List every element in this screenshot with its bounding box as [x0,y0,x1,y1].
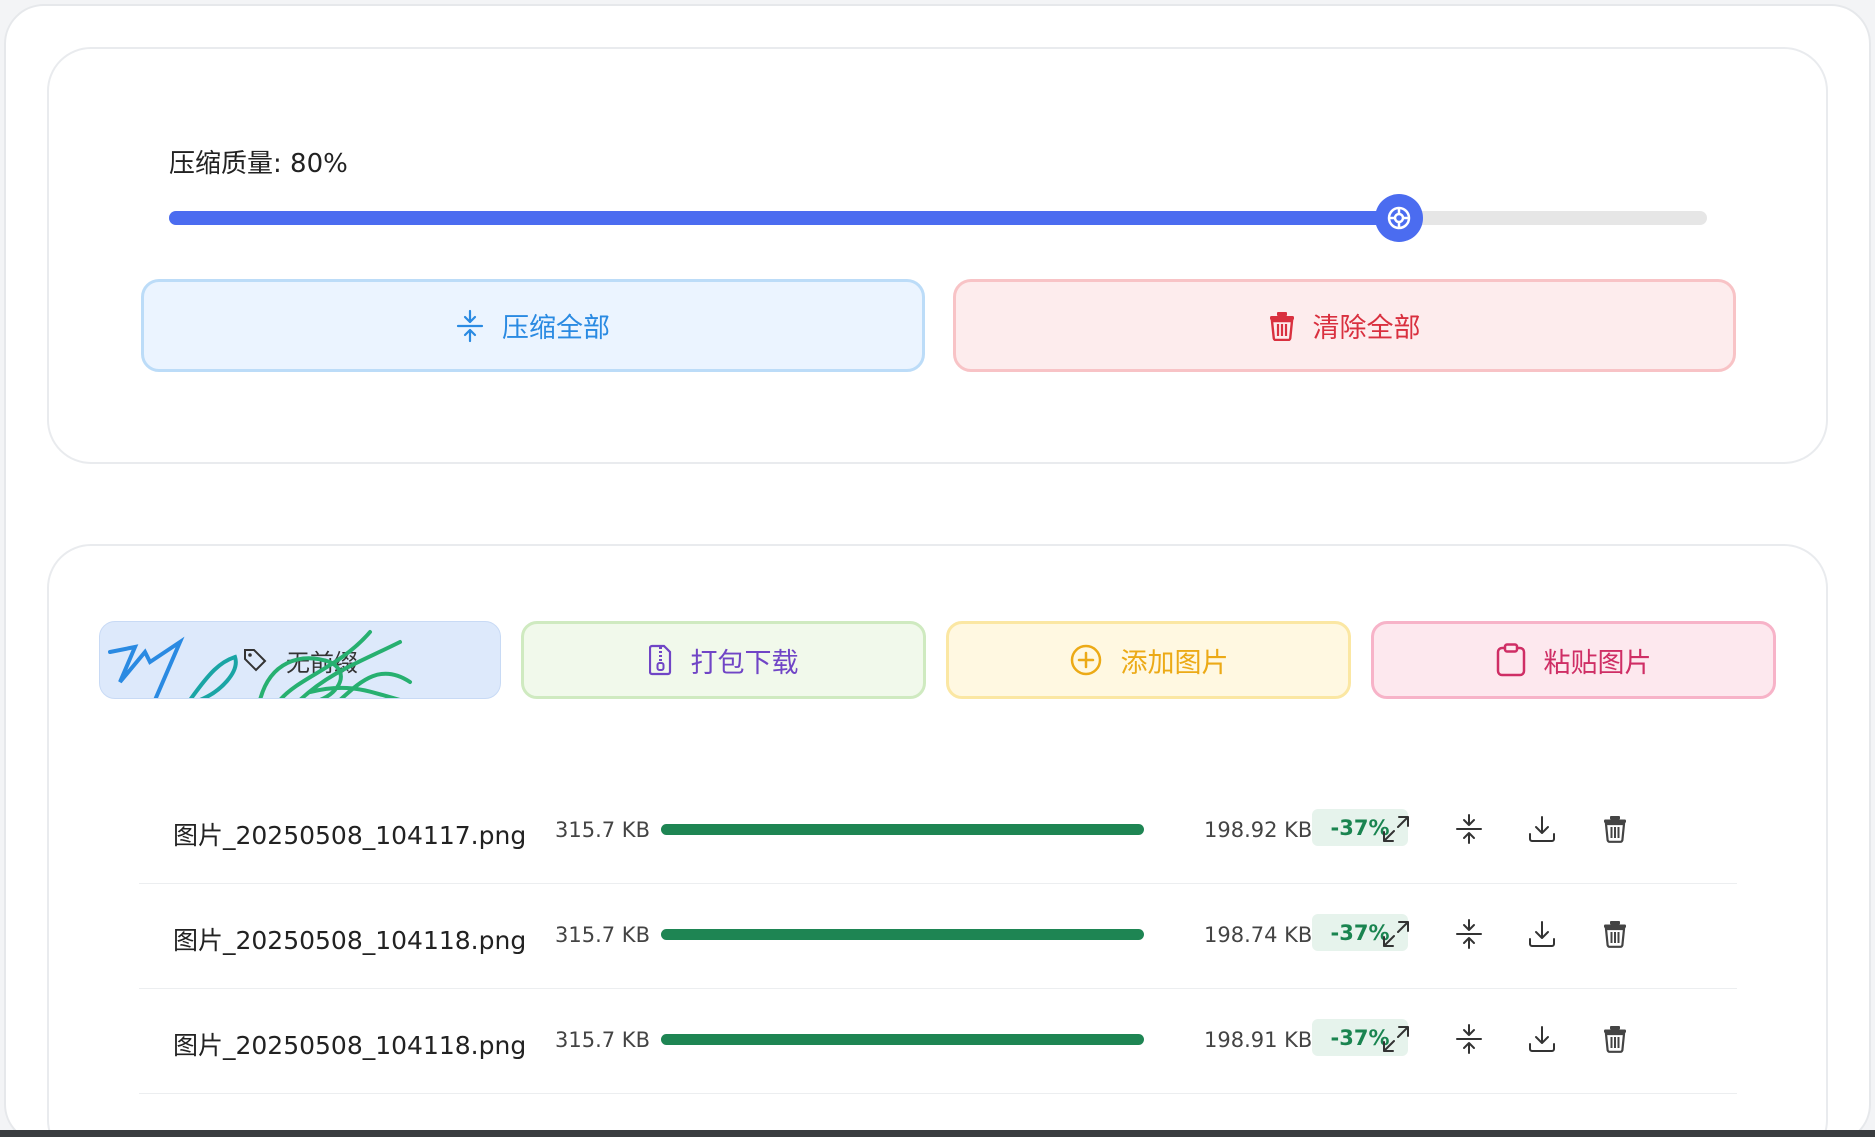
delete-button[interactable] [1595,809,1635,849]
paste-image-label: 粘贴图片 [1543,647,1652,679]
compressed-size: 198.74 KB [1204,923,1313,947]
file-row: 图片_20250508_104118.png 315.7 KB 198.91 K… [139,989,1737,1094]
compress-all-label: 压缩全部 [502,313,610,344]
progress-bar [661,929,1144,940]
compressed-size: 198.92 KB [1204,818,1313,842]
trash-icon [1604,1026,1626,1053]
preview-button[interactable] [1376,1019,1416,1059]
trash-icon [1604,816,1626,843]
compress-icon [1456,814,1482,844]
download-icon [1529,1026,1555,1052]
add-image-button[interactable]: 添加图片 [946,621,1351,699]
download-button[interactable] [1522,809,1562,849]
compress-icon [1456,919,1482,949]
clear-all-label: 清除全部 [1312,313,1421,344]
file-row: 图片_20250508_104118.png 315.7 KB 198.74 K… [139,884,1737,989]
expand-icon [1383,1026,1409,1052]
preview-button[interactable] [1376,809,1416,849]
file-name: 图片_20250508_104117.png [173,821,527,850]
original-size: 315.7 KB [555,923,650,947]
download-icon [1529,921,1555,947]
settings-icon [1388,206,1411,230]
zip-download-button[interactable]: 打包下载 [521,621,926,699]
compress-button[interactable] [1449,809,1489,849]
preview-button[interactable] [1376,914,1416,954]
delete-button[interactable] [1595,1019,1635,1059]
file-list: 图片_20250508_104117.png 315.7 KB 198.92 K… [139,779,1737,1094]
progress-fill [661,929,1144,940]
quality-label: 压缩质量: 80% [169,149,348,179]
expand-icon [1383,921,1409,947]
delete-button[interactable] [1595,914,1635,954]
clear-all-button[interactable]: 清除全部 [953,279,1736,372]
compression-settings-card: 压缩质量: 80% 压缩全部 清除全部 [47,47,1828,464]
progress-fill [661,824,1144,835]
slider-fill [169,211,1400,225]
slider-thumb[interactable] [1375,194,1424,242]
file-name: 图片_20250508_104118.png [173,1031,527,1060]
compress-button[interactable] [1449,914,1489,954]
plus-circle-icon [1070,644,1101,676]
original-size: 315.7 KB [555,1028,650,1052]
progress-bar [661,824,1144,835]
download-icon [1529,816,1555,842]
zip-download-label: 打包下载 [690,647,799,679]
download-button[interactable] [1522,1019,1562,1059]
paste-image-button[interactable]: 粘贴图片 [1371,621,1776,699]
progress-fill [661,1034,1144,1045]
zip-file-icon [648,644,671,676]
compress-all-button[interactable]: 压缩全部 [141,279,925,372]
quality-slider[interactable] [169,194,1707,242]
file-row: 图片_20250508_104117.png 315.7 KB 198.92 K… [139,779,1737,884]
compress-icon [1456,1024,1482,1054]
clipboard-icon [1496,643,1525,677]
file-name: 图片_20250508_104118.png [173,926,527,955]
compress-button[interactable] [1449,1019,1489,1059]
prefix-label: 无前缀 [286,648,358,677]
prefix-toggle-button[interactable]: 无前缀 [99,621,501,699]
trash-icon [1604,921,1626,948]
progress-bar [661,1034,1144,1045]
original-size: 315.7 KB [555,818,650,842]
download-button[interactable] [1522,914,1562,954]
trash-icon [1269,311,1294,341]
compressed-size: 198.91 KB [1204,1028,1313,1052]
add-image-label: 添加图片 [1120,647,1229,679]
compress-icon [456,309,484,342]
file-list-card: 无前缀 打包下载 添加图片 粘贴图片 图片_20250508_104117.pn… [47,544,1828,1137]
expand-icon [1383,816,1409,842]
tag-icon [244,649,267,672]
taskbar-strip [0,1130,1875,1137]
